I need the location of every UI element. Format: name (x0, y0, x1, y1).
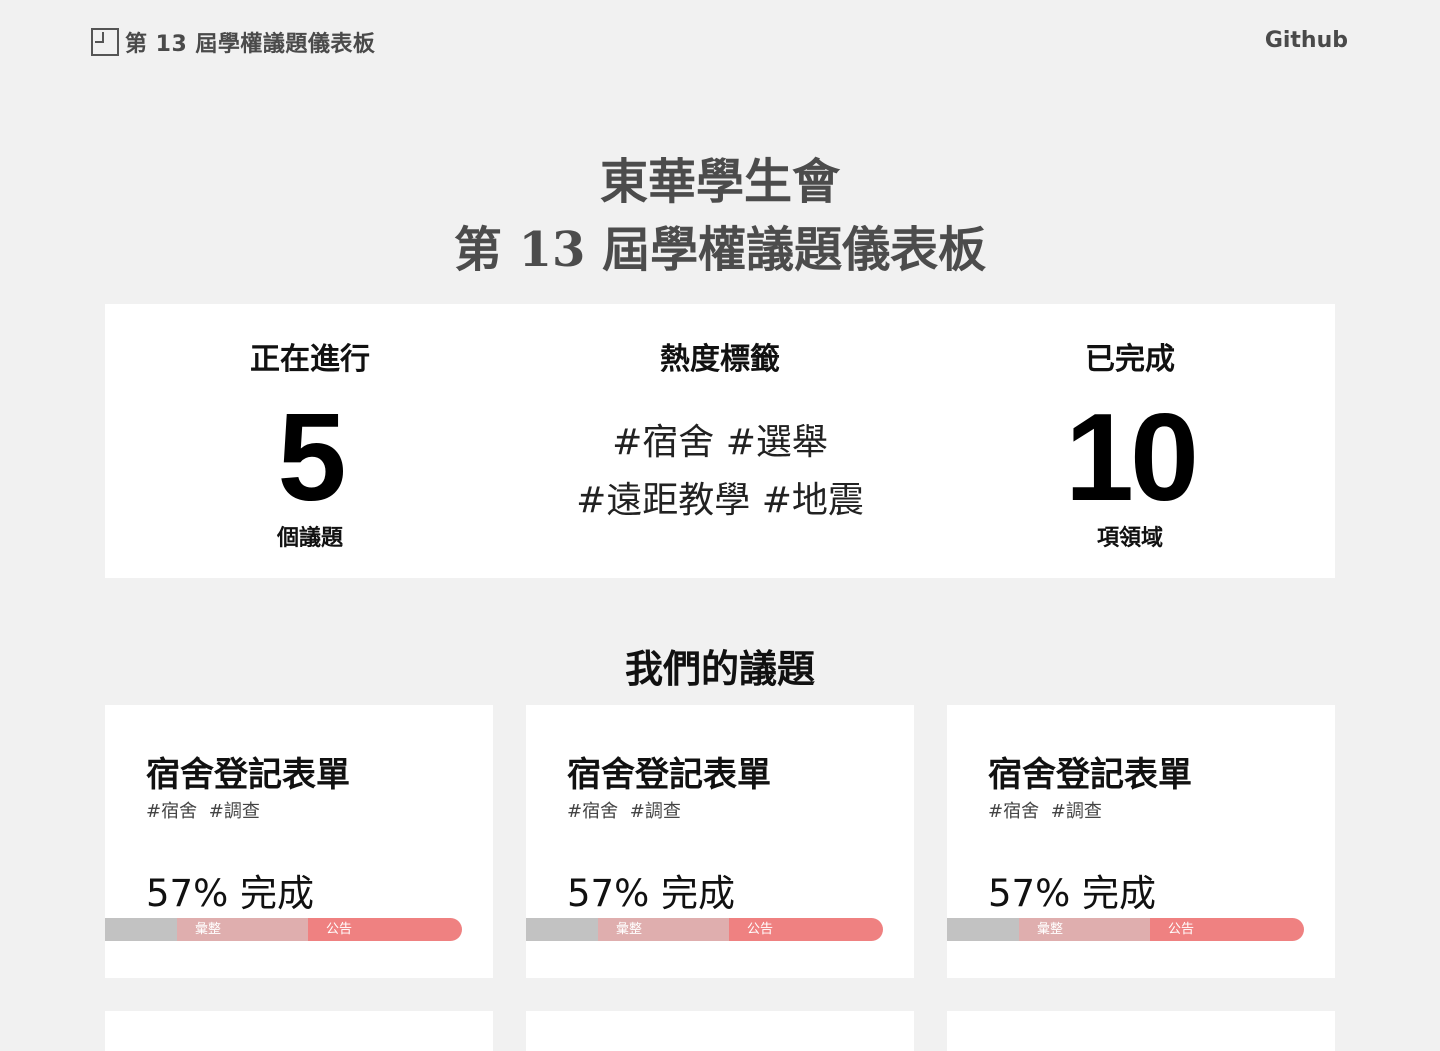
page-title: 東華學生會 第 13 屆學權議題儀表板 (0, 148, 1440, 284)
stat-done: 已完成 10 項領域 (925, 304, 1335, 578)
issue-progress-text: 57% 完成 (567, 872, 735, 915)
issue-title: 宿舍登記表單 (567, 755, 771, 795)
issue-tags: #宿舍 #調查 (146, 801, 260, 822)
stat-done-heading: 已完成 (1085, 342, 1175, 377)
issue-card[interactable] (105, 1011, 493, 1051)
stats-panel: 正在進行 5 個議題 熱度標籤 #宿舍 #選舉 #遠距教學 #地震 已完成 10… (105, 304, 1335, 578)
hot-tags-line2: #遠距教學 #地震 (576, 480, 864, 521)
stat-hot-tags-heading: 熱度標籤 (660, 342, 780, 377)
issue-card[interactable]: 宿舍登記表單 #宿舍 #調查 57% 完成 彙整 公告 (105, 705, 493, 978)
progress-segment-announce: 公告 (1150, 918, 1304, 941)
stat-ongoing-unit: 個議題 (276, 526, 343, 551)
issue-tags: #宿舍 #調查 (988, 801, 1102, 822)
issue-card[interactable]: 宿舍登記表單 #宿舍 #調查 57% 完成 彙整 公告 (947, 705, 1335, 978)
issue-progress-bar: 彙整 公告 (947, 918, 1304, 941)
stat-done-value: 10 (1065, 389, 1199, 527)
page-title-line1: 東華學生會 (599, 154, 840, 210)
stat-done-unit: 項領域 (1096, 526, 1163, 551)
dashboard-icon (91, 28, 119, 56)
progress-segment-start (947, 918, 1019, 941)
issue-title: 宿舍登記表單 (988, 755, 1192, 795)
section-title: 我們的議題 (624, 646, 815, 691)
page-title-line2: 第 13 屆學權議題儀表板 (453, 222, 987, 278)
progress-segment-compile: 彙整 (598, 918, 729, 941)
issue-progress-bar: 彙整 公告 (526, 918, 883, 941)
progress-segment-start (105, 918, 177, 941)
progress-segment-compile: 彙整 (177, 918, 308, 941)
progress-segment-compile: 彙整 (1019, 918, 1150, 941)
issue-card[interactable] (526, 1011, 914, 1051)
issue-card[interactable]: 宿舍登記表單 #宿舍 #調查 57% 完成 彙整 公告 (526, 705, 914, 978)
stat-ongoing: 正在進行 5 個議題 (105, 304, 515, 578)
brand-link[interactable]: 第 13 屆學權議題儀表板 (91, 28, 376, 57)
github-link[interactable]: Github (1265, 28, 1348, 53)
issue-tags: #宿舍 #調查 (567, 801, 681, 822)
issue-progress-bar: 彙整 公告 (105, 918, 462, 941)
issue-title: 宿舍登記表單 (146, 755, 350, 795)
stat-ongoing-value: 5 (277, 389, 347, 527)
stat-ongoing-heading: 正在進行 (250, 342, 370, 377)
stat-hot-tags: 熱度標籤 #宿舍 #選舉 #遠距教學 #地震 (515, 304, 925, 578)
issue-card[interactable] (947, 1011, 1335, 1051)
hot-tags-list: #宿舍 #選舉 #遠距教學 #地震 (515, 414, 925, 530)
progress-segment-announce: 公告 (729, 918, 883, 941)
hot-tags-line1: #宿舍 #選舉 (612, 422, 828, 463)
progress-segment-announce: 公告 (308, 918, 462, 941)
top-navbar: 第 13 屆學權議題儀表板 Github (0, 0, 1440, 84)
brand-title: 第 13 屆學權議題儀表板 (125, 32, 376, 57)
progress-segment-start (526, 918, 598, 941)
issue-progress-text: 57% 完成 (146, 872, 314, 915)
issue-progress-text: 57% 完成 (988, 872, 1156, 915)
